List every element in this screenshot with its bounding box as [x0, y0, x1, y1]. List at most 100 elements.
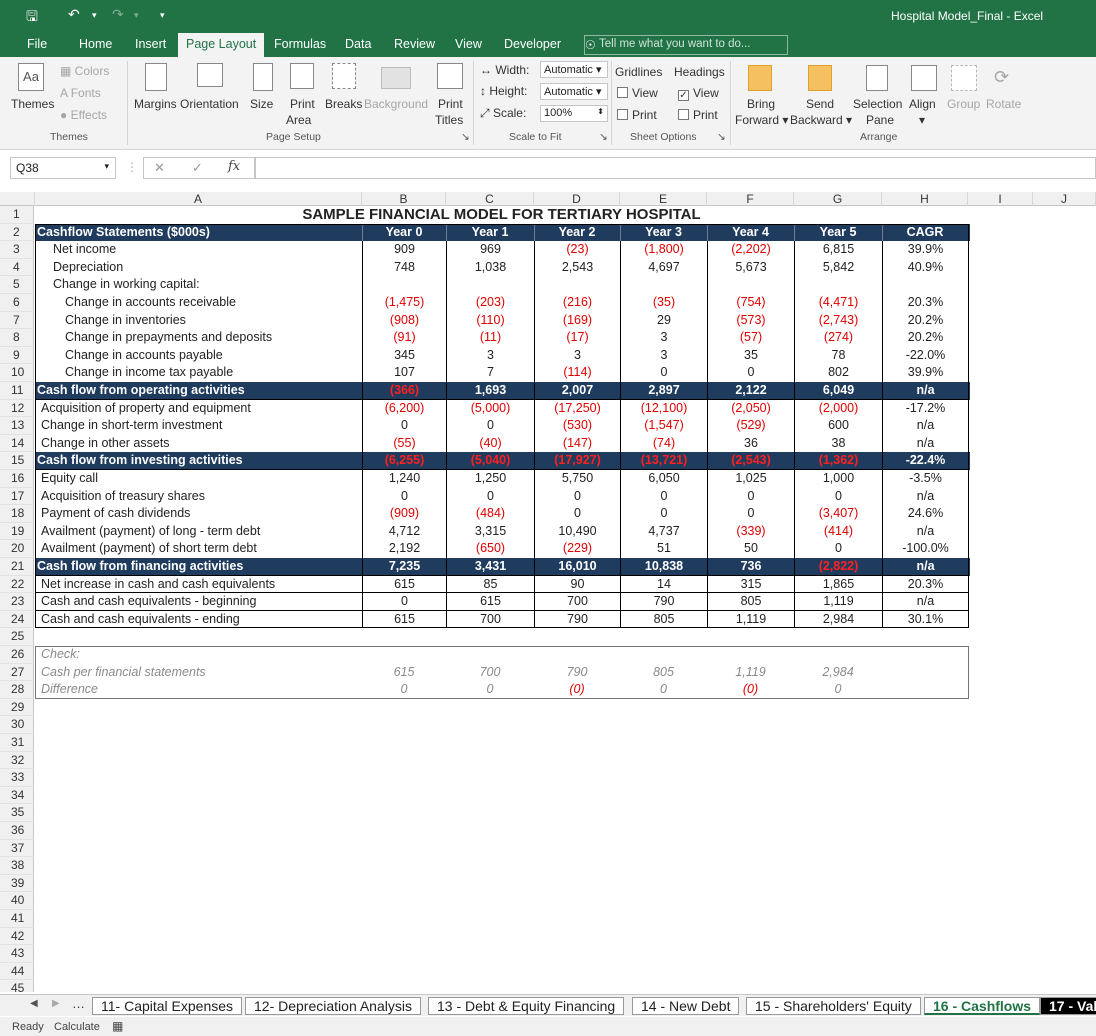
- value-cell[interactable]: (4,471): [794, 294, 882, 312]
- row-header[interactable]: 9: [0, 347, 34, 365]
- value-cell[interactable]: 107: [362, 364, 446, 382]
- cagr-cell[interactable]: 20.3%: [882, 575, 968, 594]
- check-value[interactable]: [707, 646, 794, 664]
- value-cell[interactable]: 969: [446, 241, 534, 259]
- value-cell[interactable]: (110): [446, 311, 534, 330]
- cagr-cell[interactable]: n/a: [882, 558, 968, 576]
- value-cell[interactable]: 790: [534, 610, 620, 629]
- print-area-button-line2[interactable]: Area: [286, 113, 311, 127]
- value-cell[interactable]: 50: [707, 540, 794, 558]
- undo-icon[interactable]: ↶: [68, 6, 80, 23]
- column-header[interactable]: C: [446, 192, 534, 206]
- row-header[interactable]: 33: [0, 769, 34, 787]
- row-header[interactable]: 14: [0, 435, 34, 453]
- size-button[interactable]: Size: [250, 97, 273, 111]
- cagr-cell[interactable]: 39.9%: [882, 364, 968, 382]
- value-cell[interactable]: (57): [707, 329, 794, 347]
- row-header[interactable]: 12: [0, 400, 34, 418]
- tab-developer[interactable]: Developer: [504, 37, 561, 51]
- colors-button[interactable]: ▦ Colors: [60, 64, 109, 78]
- worksheet-grid[interactable]: SAMPLE FINANCIAL MODEL FOR TERTIARY HOSP…: [35, 206, 1096, 992]
- value-cell[interactable]: (147): [534, 434, 620, 453]
- status-calculate[interactable]: Calculate: [54, 1021, 100, 1033]
- check-value[interactable]: 615: [362, 664, 446, 682]
- cagr-cell[interactable]: 30.1%: [882, 610, 968, 629]
- bring-forward-line1[interactable]: Bring: [747, 97, 775, 111]
- cagr-cell[interactable]: n/a: [882, 434, 968, 453]
- themes-button[interactable]: Themes: [11, 97, 54, 111]
- value-cell[interactable]: 315: [707, 575, 794, 594]
- sheet-tab[interactable]: 12- Depreciation Analysis: [245, 997, 421, 1015]
- value-cell[interactable]: (1,475): [362, 294, 446, 312]
- check-value[interactable]: (0): [534, 681, 620, 699]
- align-button[interactable]: Align: [909, 97, 936, 111]
- value-cell[interactable]: 7,235: [362, 558, 446, 576]
- value-cell[interactable]: 5,673: [707, 258, 794, 277]
- name-box[interactable]: Q38 ▾: [10, 157, 116, 179]
- value-cell[interactable]: 1,250: [446, 470, 534, 488]
- value-cell[interactable]: 2,192: [362, 540, 446, 558]
- value-cell[interactable]: (13,721): [620, 452, 707, 470]
- value-cell[interactable]: (91): [362, 329, 446, 347]
- scroll-left-icon[interactable]: ◀: [30, 998, 38, 1009]
- value-cell[interactable]: (339): [707, 522, 794, 541]
- row-header[interactable]: 20: [0, 540, 34, 558]
- value-cell[interactable]: [362, 276, 446, 294]
- cagr-cell[interactable]: 24.6%: [882, 505, 968, 523]
- value-cell[interactable]: [620, 276, 707, 294]
- value-cell[interactable]: 4,737: [620, 522, 707, 541]
- check-value[interactable]: 0: [446, 681, 534, 699]
- fonts-button[interactable]: A Fonts: [60, 86, 101, 100]
- select-all-corner[interactable]: [0, 192, 35, 206]
- value-cell[interactable]: 1,000: [794, 470, 882, 488]
- headings-view-checkbox[interactable]: ✓ View: [678, 86, 719, 101]
- print-area-button-line1[interactable]: Print: [290, 97, 315, 111]
- value-cell[interactable]: (366): [362, 382, 446, 400]
- row-header[interactable]: 22: [0, 576, 34, 594]
- value-cell[interactable]: 6,049: [794, 382, 882, 400]
- row-header[interactable]: 21: [0, 558, 34, 576]
- value-cell[interactable]: (40): [446, 434, 534, 453]
- value-cell[interactable]: 2,122: [707, 382, 794, 400]
- value-cell[interactable]: 0: [446, 417, 534, 435]
- width-dropdown[interactable]: Automatic ▾: [540, 61, 608, 78]
- check-value[interactable]: [794, 646, 882, 664]
- value-cell[interactable]: 78: [794, 346, 882, 365]
- value-cell[interactable]: (908): [362, 311, 446, 330]
- print-titles-button-line2[interactable]: Titles: [435, 113, 463, 127]
- value-cell[interactable]: [794, 276, 882, 294]
- value-cell[interactable]: (414): [794, 522, 882, 541]
- row-header[interactable]: 27: [0, 664, 34, 682]
- value-cell[interactable]: (2,543): [707, 452, 794, 470]
- cagr-cell[interactable]: n/a: [882, 522, 968, 541]
- gridlines-print-checkbox[interactable]: Print: [617, 108, 657, 122]
- value-cell[interactable]: (573): [707, 311, 794, 330]
- value-cell[interactable]: (2,202): [707, 241, 794, 259]
- row-header[interactable]: 13: [0, 417, 34, 435]
- value-cell[interactable]: 2,897: [620, 382, 707, 400]
- row-header[interactable]: 28: [0, 681, 34, 699]
- selection-pane-line1[interactable]: Selection: [853, 97, 902, 111]
- value-cell[interactable]: 345: [362, 346, 446, 365]
- value-cell[interactable]: (17): [534, 329, 620, 347]
- cagr-cell[interactable]: 39.9%: [882, 241, 968, 259]
- value-cell[interactable]: [446, 276, 534, 294]
- enter-icon[interactable]: ✓: [192, 160, 203, 176]
- value-cell[interactable]: (754): [707, 294, 794, 312]
- value-cell[interactable]: 909: [362, 241, 446, 259]
- value-cell[interactable]: (229): [534, 540, 620, 558]
- value-cell[interactable]: (529): [707, 417, 794, 435]
- value-cell[interactable]: 0: [362, 487, 446, 506]
- value-cell[interactable]: (216): [534, 294, 620, 312]
- margins-button[interactable]: Margins: [134, 97, 177, 111]
- row-header[interactable]: 10: [0, 364, 34, 382]
- scale-launcher-icon[interactable]: ↘: [599, 131, 608, 143]
- check-value[interactable]: [620, 646, 707, 664]
- print-titles-button-line1[interactable]: Print: [438, 97, 463, 111]
- check-value[interactable]: 1,119: [707, 664, 794, 682]
- column-header[interactable]: A: [35, 192, 362, 206]
- tab-home[interactable]: Home: [79, 37, 112, 51]
- row-header[interactable]: 3: [0, 241, 34, 259]
- value-cell[interactable]: 4,712: [362, 522, 446, 541]
- column-header[interactable]: G: [794, 192, 882, 206]
